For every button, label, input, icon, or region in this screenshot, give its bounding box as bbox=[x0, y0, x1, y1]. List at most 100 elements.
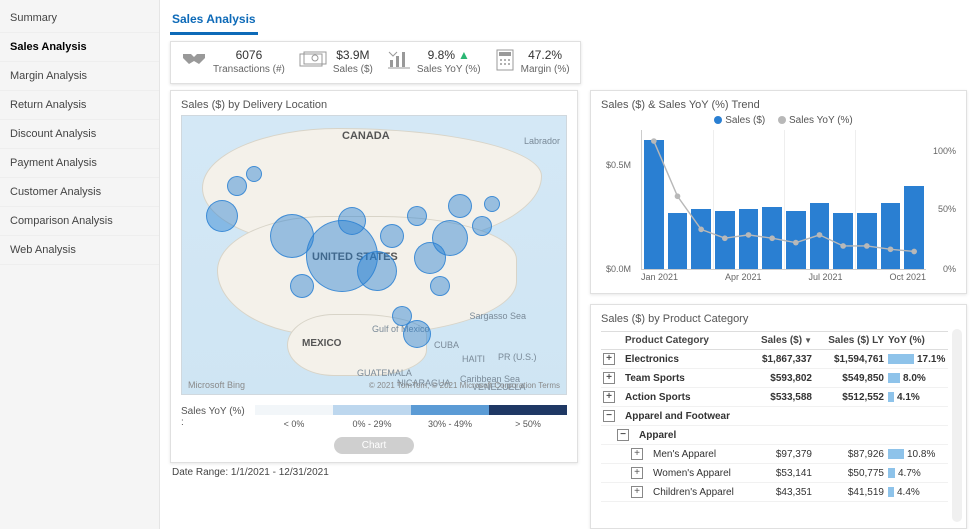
kpi-value: 9.8%▲ bbox=[417, 48, 481, 62]
map-bubble[interactable] bbox=[290, 274, 314, 298]
table-row[interactable]: +Children's Apparel$43,351$41,5194.4% bbox=[601, 483, 948, 502]
kpi-value: $3.9M bbox=[333, 48, 373, 62]
map-title: Sales ($) by Delivery Location bbox=[181, 99, 567, 111]
trend-bar[interactable] bbox=[857, 213, 877, 269]
trend-chart-area[interactable]: $0.5M $0.0M 100% 50% 0% bbox=[641, 130, 926, 270]
y-axis-tick: $0.0M bbox=[606, 264, 631, 274]
dot-yoy-icon bbox=[778, 116, 786, 124]
legend-title: Sales YoY (%) : bbox=[181, 406, 245, 428]
table-row[interactable]: +Team Sports$593,802$549,8508.0% bbox=[601, 369, 948, 388]
map-bubble[interactable] bbox=[403, 320, 431, 348]
table-row[interactable]: −Apparel bbox=[601, 426, 948, 445]
trend-bar[interactable] bbox=[668, 213, 688, 269]
trend-bar[interactable] bbox=[904, 186, 924, 269]
category-table-card: Sales ($) by Product Category Product Ca… bbox=[590, 304, 967, 529]
table-scrollbar[interactable] bbox=[952, 329, 962, 522]
table-row[interactable]: +Electronics$1,867,337$1,594,76117.1% bbox=[601, 350, 948, 369]
legend-swatch-3[interactable] bbox=[489, 405, 567, 415]
trend-bar[interactable] bbox=[715, 211, 735, 269]
kpi-value: 6076 bbox=[213, 48, 285, 62]
expander-icon[interactable]: − bbox=[603, 410, 615, 422]
sidebar-item-web-analysis[interactable]: Web Analysis bbox=[0, 236, 159, 265]
table-row[interactable]: +Men's Apparel$97,379$87,92610.8% bbox=[601, 445, 948, 464]
legend-swatch-1[interactable] bbox=[333, 405, 411, 415]
expander-icon[interactable]: + bbox=[603, 353, 615, 365]
table-row-label: Apparel bbox=[625, 430, 740, 441]
trend-bar[interactable] bbox=[644, 140, 664, 269]
map-bubble[interactable] bbox=[227, 176, 247, 196]
map-bubble[interactable] bbox=[432, 220, 468, 256]
trend-bar[interactable] bbox=[739, 209, 759, 269]
map-sea-label: GUATEMALA bbox=[357, 368, 412, 378]
map-sea-label: Labrador bbox=[524, 136, 560, 146]
calculator-icon bbox=[495, 49, 515, 74]
col-product-category[interactable]: Product Category bbox=[625, 335, 740, 346]
handshake-icon bbox=[181, 50, 207, 73]
kpi-card: 6076 Transactions (#) $3.9M Sales ($) 9.… bbox=[170, 41, 581, 84]
y2-axis-tick: 100% bbox=[933, 146, 956, 156]
map-card: Sales ($) by Delivery Location CANADA UN… bbox=[170, 90, 578, 463]
table-row[interactable]: −Apparel and Footwear bbox=[601, 407, 948, 426]
table-row[interactable]: +Women's Apparel$53,141$50,7754.7% bbox=[601, 464, 948, 483]
trend-bar[interactable] bbox=[762, 207, 782, 269]
expander-icon[interactable]: + bbox=[603, 391, 615, 403]
table-row-label: Apparel and Footwear bbox=[625, 411, 740, 422]
sidebar: Summary Sales Analysis Margin Analysis R… bbox=[0, 0, 160, 529]
map-bubble[interactable] bbox=[407, 206, 427, 226]
kpi-value: 47.2% bbox=[521, 48, 570, 62]
legend-swatch-2[interactable] bbox=[411, 405, 489, 415]
map-country-label: CANADA bbox=[342, 130, 390, 142]
map-bubble[interactable] bbox=[484, 196, 500, 212]
sidebar-item-customer-analysis[interactable]: Customer Analysis bbox=[0, 178, 159, 207]
tab-title[interactable]: Sales Analysis bbox=[170, 8, 258, 35]
map-bubble[interactable] bbox=[246, 166, 262, 182]
col-sales-ly[interactable]: Sales ($) LY bbox=[816, 335, 884, 346]
sidebar-item-sales-analysis[interactable]: Sales Analysis bbox=[0, 33, 159, 62]
map-bubble[interactable] bbox=[206, 200, 238, 232]
map-bubble[interactable] bbox=[430, 276, 450, 296]
kpi-sales: $3.9M Sales ($) bbox=[299, 48, 373, 75]
table-title: Sales ($) by Product Category bbox=[601, 313, 948, 325]
trend-legend: Sales ($) Sales YoY (%) bbox=[601, 115, 956, 126]
legend-swatch-0[interactable] bbox=[255, 405, 333, 415]
map-visual[interactable]: CANADA UNITED STATES MEXICO Labrador Sar… bbox=[181, 115, 567, 395]
sidebar-item-margin-analysis[interactable]: Margin Analysis bbox=[0, 62, 159, 91]
trend-bar[interactable] bbox=[691, 209, 711, 269]
table-header: Product Category Sales ($)▼ Sales ($) LY… bbox=[601, 331, 948, 350]
trend-bar[interactable] bbox=[833, 213, 853, 269]
map-bubble[interactable] bbox=[380, 224, 404, 248]
table-row[interactable]: +Action Sports$533,588$512,5524.1% bbox=[601, 388, 948, 407]
kpi-margin: 47.2% Margin (%) bbox=[495, 48, 570, 75]
map-bubble[interactable] bbox=[357, 251, 397, 291]
map-bubble[interactable] bbox=[448, 194, 472, 218]
sidebar-item-discount-analysis[interactable]: Discount Analysis bbox=[0, 120, 159, 149]
table-row-label: Team Sports bbox=[625, 373, 740, 384]
kpi-label: Transactions (#) bbox=[213, 64, 285, 75]
map-bubble[interactable] bbox=[338, 207, 366, 235]
col-yoy[interactable]: YoY (%) bbox=[888, 335, 946, 346]
bing-attribution: Microsoft Bing bbox=[188, 380, 245, 390]
trend-bar[interactable] bbox=[810, 203, 830, 269]
y2-axis-tick: 50% bbox=[938, 204, 956, 214]
x-axis-labels: Jan 2021 Apr 2021 Jul 2021 Oct 2021 bbox=[641, 272, 926, 282]
expander-icon[interactable]: + bbox=[603, 372, 615, 384]
map-legend: Sales YoY (%) : < 0% 0% - 29% 30% - 49% … bbox=[181, 405, 567, 429]
trend-bar[interactable] bbox=[881, 203, 901, 269]
trend-title: Sales ($) & Sales YoY (%) Trend bbox=[601, 99, 956, 111]
main-content: Sales Analysis 6076 Transactions (#) $3.… bbox=[160, 0, 977, 529]
sidebar-item-payment-analysis[interactable]: Payment Analysis bbox=[0, 149, 159, 178]
sidebar-item-comparison-analysis[interactable]: Comparison Analysis bbox=[0, 207, 159, 236]
trend-chart-card: Sales ($) & Sales YoY (%) Trend Sales ($… bbox=[590, 90, 967, 294]
map-copyright: © 2021 TomTom, © 2021 Microsoft Corporat… bbox=[369, 381, 560, 390]
table-row-label: Children's Apparel bbox=[625, 487, 740, 498]
map-bubble[interactable] bbox=[472, 216, 492, 236]
dot-sales-icon bbox=[714, 116, 722, 124]
trend-bar[interactable] bbox=[786, 211, 806, 269]
kpi-transactions: 6076 Transactions (#) bbox=[181, 48, 285, 75]
chart-button[interactable]: Chart bbox=[334, 437, 414, 454]
sidebar-item-summary[interactable]: Summary bbox=[0, 4, 159, 33]
barchart-icon bbox=[387, 50, 411, 73]
map-sea-label: HAITI bbox=[462, 354, 485, 364]
col-sales[interactable]: Sales ($)▼ bbox=[744, 335, 812, 346]
sidebar-item-return-analysis[interactable]: Return Analysis bbox=[0, 91, 159, 120]
